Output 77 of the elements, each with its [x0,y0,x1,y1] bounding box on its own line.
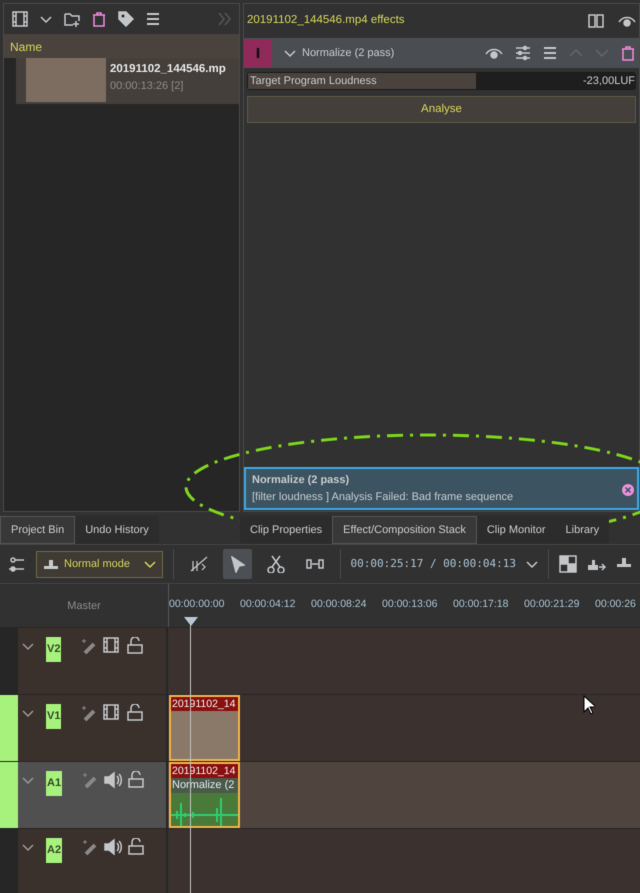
tag-icon[interactable] [118,11,134,27]
lock-icon[interactable] [128,838,144,855]
ripple-tool-icon[interactable] [190,556,208,572]
ruler-label: 00:00:13:06 [382,597,438,612]
trash-icon[interactable] [92,12,106,26]
notification-message: [filter loudness ] Analysis Failed: Bad frame sequence [252,490,514,504]
master-label: Master [66,599,102,614]
film-icon[interactable] [103,704,122,722]
menu-icon[interactable] [146,12,160,26]
clip-name: 20191102_144546.mp [110,62,226,77]
track-header[interactable]: V1 [18,695,168,761]
clip-add-icon[interactable] [12,11,28,27]
scissors-icon[interactable] [267,555,286,573]
track-label: V2 [46,637,62,662]
track-header[interactable]: A1 [18,762,168,828]
film-icon[interactable] [103,637,122,655]
track-label: A2 [46,838,62,862]
analyse-button[interactable]: Analyse [247,96,636,123]
timecode-display: 00:00:25:17 / 00:00:04:13 [350,556,516,572]
eye-icon[interactable] [485,47,503,59]
panel-tab[interactable]: Effect/Composition Stack [332,516,477,544]
close-icon[interactable] [621,483,635,497]
speaker-icon[interactable] [104,771,122,789]
notification-title: Normalize (2 pass) [252,473,350,488]
spacer-tool-icon[interactable] [306,557,324,571]
ruler-label: 00:00:17:18 [453,597,508,612]
checker-icon[interactable] [559,555,577,573]
mouse-cursor-icon [583,695,595,715]
sliders-icon[interactable] [515,45,531,61]
track-label: A1 [46,771,62,796]
track-header[interactable]: V2 [18,628,168,694]
wand-icon[interactable] [81,637,98,655]
ruler-label: 00:00:21:29 [524,597,580,612]
effect-name: Normalize (2 pass) [302,46,394,61]
panel-tab[interactable]: Clip Monitor [476,516,556,544]
settings-sliders-icon[interactable] [8,556,26,572]
folder-add-icon[interactable] [64,11,80,27]
parameter-label: Target Program Loudness [250,74,377,89]
clip-duration: 00:00:13:26 [2] [110,79,184,94]
track-label: V1 [46,704,62,728]
parameter-value: -23,00LUF [583,74,635,89]
bin-item[interactable]: 20191102_144546.mp 00:00:13:26 [2] [16,58,239,104]
photo-placeholder [171,711,238,759]
panel-tab[interactable]: Library [556,516,610,544]
speaker-icon[interactable] [104,838,122,856]
panel-tab[interactable]: Undo History [75,516,159,544]
ruler-label: 00:00:26 [595,597,636,612]
compare-icon[interactable] [588,14,604,28]
caret-icon[interactable] [40,14,52,24]
ruler-label: 00:00:08:24 [311,597,366,612]
lock-icon[interactable] [127,637,144,654]
track-header[interactable]: A2 [18,829,168,893]
effect-handle[interactable] [244,39,272,67]
menu-icon[interactable] [543,46,557,60]
ruler-label: 00:00:04:12 [240,597,296,612]
caret-icon[interactable] [526,559,538,569]
eye-icon[interactable] [618,15,636,27]
lock-icon[interactable] [127,704,144,721]
mode-dropdown[interactable]: Normal mode [36,550,164,578]
wand-icon[interactable] [81,704,98,722]
select-tool-button[interactable] [223,549,252,579]
overwrite-icon[interactable] [587,557,606,571]
column-header[interactable]: Name [4,34,239,58]
lock-icon[interactable] [128,771,144,788]
timeline-ruler[interactable]: 00:00:00:00 00:00:04:12 00:00:08:24 00:00:13:06 00:00:17:18 00:00:21:29 00:00:26 [168,584,640,627]
pointer-icon[interactable] [229,556,246,572]
panel-title: 20191102_144546.mp4 effects [247,13,405,28]
handle-icon [255,47,261,59]
wand-icon[interactable] [82,838,98,856]
caret-icon [144,559,156,569]
collapse-icon[interactable] [284,48,296,58]
insert-icon [43,559,59,569]
panel-tab[interactable]: Clip Properties [240,516,332,544]
trash-icon[interactable] [621,46,635,60]
panel-tab[interactable]: Project Bin [0,516,76,544]
ruler-label: 00:00:00:00 [169,597,224,612]
loudness-slider[interactable]: Target Program Loudness -23,00LUF [247,72,636,90]
